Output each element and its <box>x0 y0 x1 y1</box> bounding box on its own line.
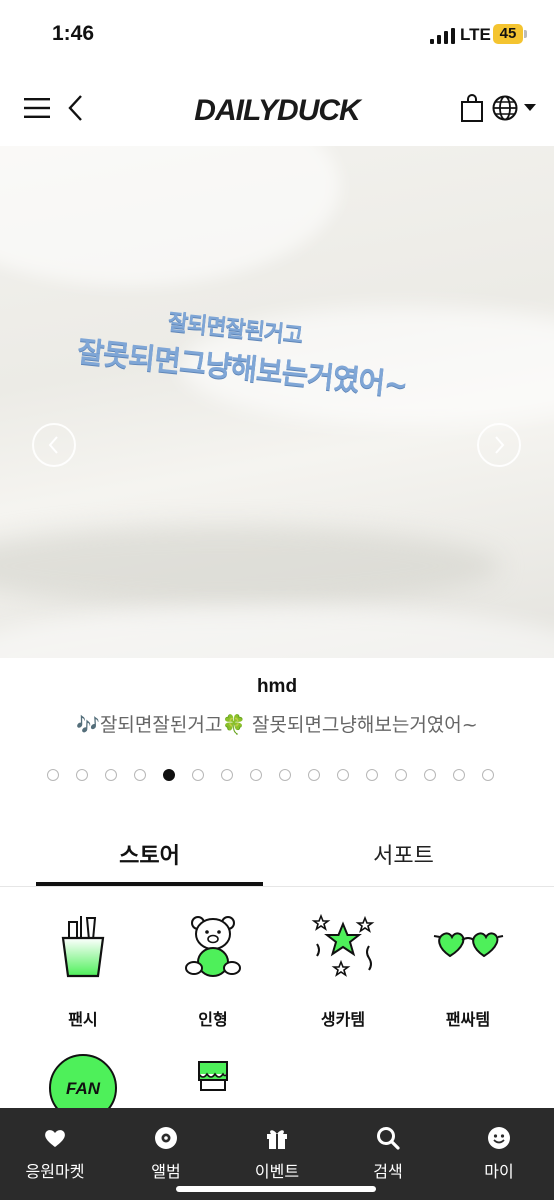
gift-icon <box>267 1130 287 1149</box>
signal-icon <box>430 28 455 44</box>
fan-badge-text: FAN <box>66 1079 101 1098</box>
carousel-dot[interactable] <box>366 769 378 781</box>
carousel-dot[interactable] <box>134 769 146 781</box>
battery-tip <box>524 30 527 38</box>
nav-label: 이벤트 <box>254 1162 300 1181</box>
search-icon <box>377 1127 400 1150</box>
carousel-dot[interactable] <box>105 769 117 781</box>
nav-search[interactable]: 검색 <box>333 1126 443 1182</box>
globe-icon[interactable] <box>492 95 518 121</box>
chevron-left-icon <box>48 436 58 454</box>
heart-glasses-icon <box>433 932 504 958</box>
carousel-prev-button[interactable] <box>32 423 76 467</box>
chevron-down-icon[interactable] <box>524 104 536 112</box>
category-fansign[interactable]: 팬싸템 <box>408 910 528 1030</box>
category-label: 생카템 <box>320 1010 366 1029</box>
status-bar: 1:46 LTE 45 <box>0 0 554 70</box>
shopping-bag-icon[interactable] <box>460 94 484 122</box>
nav-label: 앨범 <box>151 1162 181 1181</box>
category-label: 인형 <box>198 1010 228 1029</box>
carousel-dot[interactable] <box>453 769 465 781</box>
banner-carousel[interactable]: 잘되면잘된거고 잘못되면그냥해보는거였어~ <box>0 146 554 658</box>
store-tabs: 스토어 서포트 <box>0 820 554 887</box>
teddy-bear-icon <box>185 916 241 977</box>
tab-store[interactable]: 스토어 <box>36 838 263 870</box>
carousel-dot[interactable] <box>337 769 349 781</box>
network-type: LTE <box>460 25 491 44</box>
nav-label: 검색 <box>373 1162 403 1181</box>
nav-label: 응원마켓 <box>25 1162 85 1181</box>
category-doll[interactable]: 인형 <box>153 910 273 1030</box>
banner-title: hmd <box>256 676 298 697</box>
pencil-cup-icon <box>61 916 105 978</box>
nav-album[interactable]: 앨범 <box>111 1126 221 1182</box>
app-header: DAILYDUCK <box>0 70 554 146</box>
towel-fold <box>0 146 340 286</box>
category-label: 팬시 <box>68 1010 98 1029</box>
carousel-dot[interactable] <box>482 769 494 781</box>
category-cafe[interactable]: 생카템 <box>283 910 403 1030</box>
home-indicator[interactable] <box>176 1186 376 1192</box>
carousel-dot[interactable] <box>163 769 175 781</box>
tab-active-indicator <box>36 882 263 886</box>
nav-my[interactable]: 마이 <box>444 1126 554 1182</box>
carousel-dot[interactable] <box>192 769 204 781</box>
battery-icon: 45 <box>493 24 523 44</box>
status-time: 1:46 <box>52 22 95 45</box>
carousel-next-button[interactable] <box>477 423 521 467</box>
category-label: 팬싸템 <box>445 1010 491 1029</box>
carousel-dots[interactable] <box>47 769 494 783</box>
chevron-right-icon <box>495 436 505 454</box>
carousel-dot[interactable] <box>76 769 88 781</box>
towel-fold <box>0 526 500 606</box>
carousel-dot[interactable] <box>221 769 233 781</box>
category-fancy[interactable]: 팬시 <box>23 910 143 1030</box>
carousel-dot[interactable] <box>47 769 59 781</box>
carousel-dot[interactable] <box>250 769 262 781</box>
stars-icon <box>311 913 375 977</box>
heart-icon <box>45 1130 65 1147</box>
smile-icon <box>488 1127 510 1149</box>
nav-market[interactable]: 응원마켓 <box>0 1126 110 1182</box>
disc-icon <box>155 1127 177 1149</box>
carousel-dot[interactable] <box>424 769 436 781</box>
carousel-dot[interactable] <box>395 769 407 781</box>
banner-subtitle: 🎶잘되면잘된거고🍀 잘못되면그냥해보는거였어~ <box>76 714 478 736</box>
nav-label: 마이 <box>484 1162 514 1181</box>
carousel-dot[interactable] <box>279 769 291 781</box>
towel-fold <box>0 606 554 658</box>
tab-support[interactable]: 서포트 <box>290 838 517 870</box>
nav-event[interactable]: 이벤트 <box>222 1126 332 1182</box>
carousel-dot[interactable] <box>308 769 320 781</box>
